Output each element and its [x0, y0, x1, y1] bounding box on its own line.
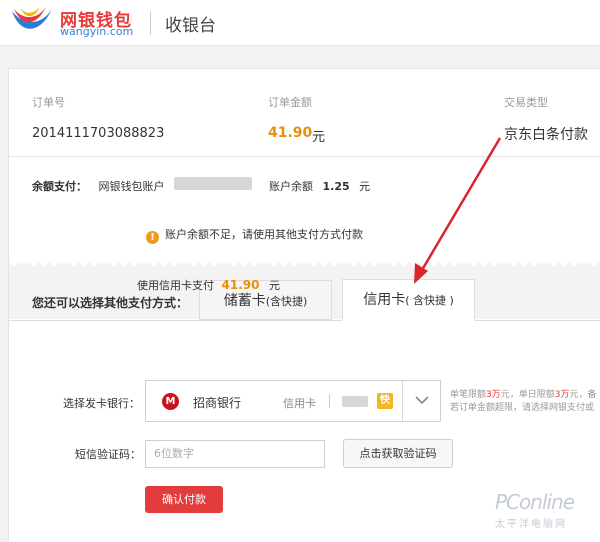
order-number-label: 订单号 [32, 96, 65, 109]
get-sms-code-button[interactable]: 点击获取验证码 [343, 439, 453, 468]
header-divider [150, 11, 151, 35]
zigzag-divider [9, 259, 600, 266]
tab-credit-label: 信用卡 [363, 292, 406, 308]
page-title: 收银台 [165, 16, 216, 36]
limit-notice: 单笔限额3万元，单日限额3万元，备 若订单金额超限，请选择网银支付或 [450, 389, 600, 415]
masked-account [174, 177, 252, 190]
order-amount-unit: 元 [312, 130, 326, 145]
transaction-type-label: 交易类型 [504, 96, 548, 109]
quick-pay-badge: 快 [377, 393, 393, 409]
use-credit-amount: 41.90 [221, 278, 260, 292]
balance-row: 余额支付： 网银钱包账户 [32, 178, 165, 194]
use-credit-unit: 元 [268, 279, 280, 292]
bank-dropdown-toggle[interactable] [402, 381, 441, 421]
limit-line-2: 若订单金额超限，请选择网银支付或 [450, 403, 595, 413]
tab-debit-label: 储蓄卡 [223, 293, 266, 309]
confirm-payment-button[interactable]: 确认付款 [145, 486, 223, 513]
chevron-down-icon [415, 396, 429, 405]
tab-debit-sub: (含快捷) [265, 295, 308, 308]
tab-credit-card[interactable]: 信用卡( 含快捷 ) [342, 279, 475, 321]
other-methods-label: 您还可以选择其他支付方式： [32, 296, 189, 310]
header-bar: 网银钱包 wangyin.com 收银台 [0, 0, 600, 46]
cashier-card: 订单号 2014111703088823 订单金额 41.90 元 交易类型 京… [8, 68, 600, 542]
order-amount-label: 订单金额 [268, 96, 312, 109]
sms-code-label: 短信验证码： [75, 448, 141, 461]
cmb-bank-icon: M [162, 393, 179, 410]
pconline-watermark: PConline [495, 490, 575, 514]
order-info-panel: 订单号 2014111703088823 订单金额 41.90 元 交易类型 京… [9, 69, 600, 157]
account-label: 网银钱包账户 [98, 180, 165, 193]
limit-line-1: 单笔限额3万元，单日限额3万元，备 [450, 390, 597, 400]
order-amount: 41.90 [268, 125, 313, 141]
warning-icon: ! [146, 231, 159, 244]
card-type: 信用卡 [283, 397, 316, 410]
use-credit-summary: 使用信用卡支付 41.90 元 [137, 277, 280, 293]
warning-text: 账户余额不足，请使用其他支付方式付款 [165, 228, 363, 241]
bank-select[interactable]: M 招商银行 信用卡 快 [145, 380, 441, 422]
bank-name: 招商银行 [193, 396, 242, 410]
balance-unit: 元 [359, 180, 371, 193]
pconline-watermark-sub: 太平洋电脑网 [495, 519, 567, 530]
tab-credit-sub: ( 含快捷 ) [405, 294, 454, 307]
masked-card-number [342, 396, 368, 407]
card-separator [329, 394, 330, 408]
balance-value: 1.25 [322, 180, 350, 193]
wangyin-logo-icon [12, 7, 52, 29]
balance-label: 账户余额 [269, 180, 313, 193]
balance-pay-label: 余额支付： [32, 180, 87, 193]
brand-domain: wangyin.com [60, 25, 134, 38]
insufficient-balance-warning: ! 账户余额不足，请使用其他支付方式付款 [146, 226, 363, 244]
transaction-type: 京东白条付款 [504, 127, 588, 143]
sms-code-input[interactable]: 6位数字 [145, 440, 325, 468]
bank-select-label: 选择发卡银行： [63, 397, 140, 410]
use-credit-prefix: 使用信用卡支付 [137, 279, 214, 292]
order-number: 2014111703088823 [32, 126, 165, 141]
balance-amount-row: 账户余额 1.25 元 [269, 178, 370, 194]
